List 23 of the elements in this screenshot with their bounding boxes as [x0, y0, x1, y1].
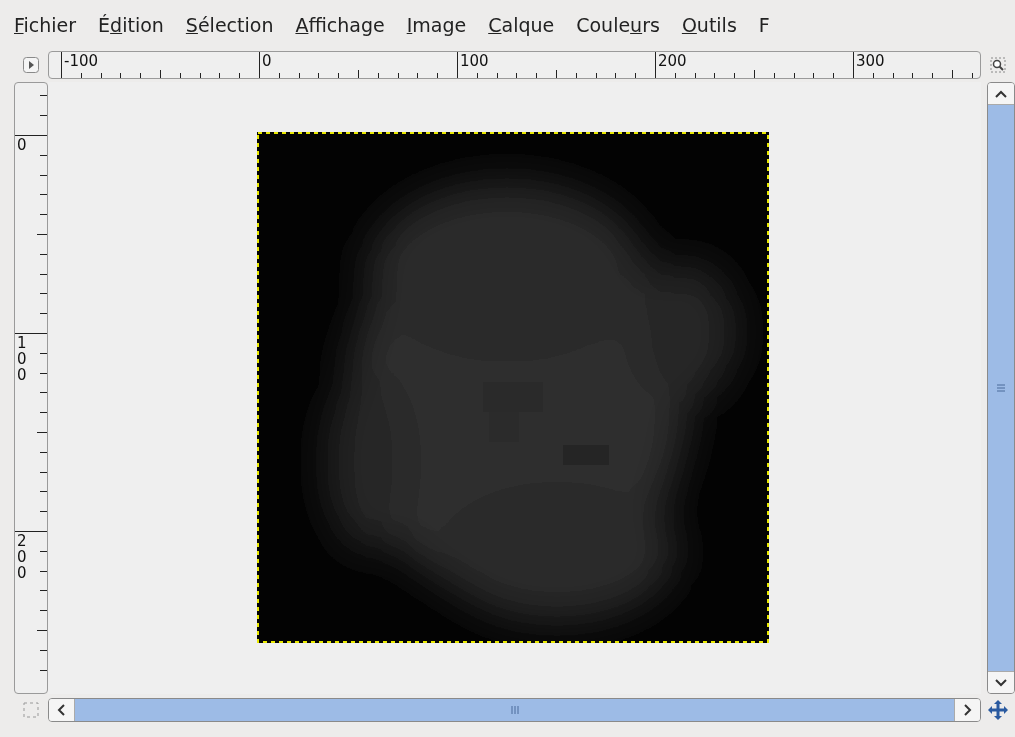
menu-item[interactable]: F — [758, 10, 770, 40]
ruler-label: 100 — [17, 335, 29, 383]
menu-item[interactable]: Affichage — [295, 10, 385, 40]
vertical-scrollbar[interactable] — [987, 82, 1015, 694]
move-icon[interactable] — [987, 699, 1009, 721]
menu-item[interactable]: Calque — [488, 10, 555, 40]
menu-item[interactable]: Sélection — [185, 10, 274, 40]
grip-icon[interactable] — [509, 705, 520, 715]
ruler-label: 200 — [657, 53, 687, 69]
horizontal-scrollbar[interactable] — [47, 698, 982, 722]
menu-item[interactable]: Couleurs — [576, 10, 660, 40]
menu-item[interactable]: Fichier — [14, 10, 77, 40]
menu-item[interactable]: Outils — [681, 10, 737, 40]
ruler-label: 0 — [261, 53, 272, 69]
ruler-label: 100 — [459, 53, 489, 69]
ruler-label: 300 — [855, 53, 885, 69]
ruler-label: 0 — [17, 137, 29, 153]
zoom-icon[interactable] — [990, 57, 1006, 73]
menu-item[interactable]: Image — [406, 10, 467, 40]
menu-item[interactable]: Édition — [98, 10, 164, 40]
grip-icon[interactable] — [996, 383, 1006, 393]
ruler-label: -100 — [63, 53, 98, 69]
ruler-label: 200 — [17, 533, 29, 581]
